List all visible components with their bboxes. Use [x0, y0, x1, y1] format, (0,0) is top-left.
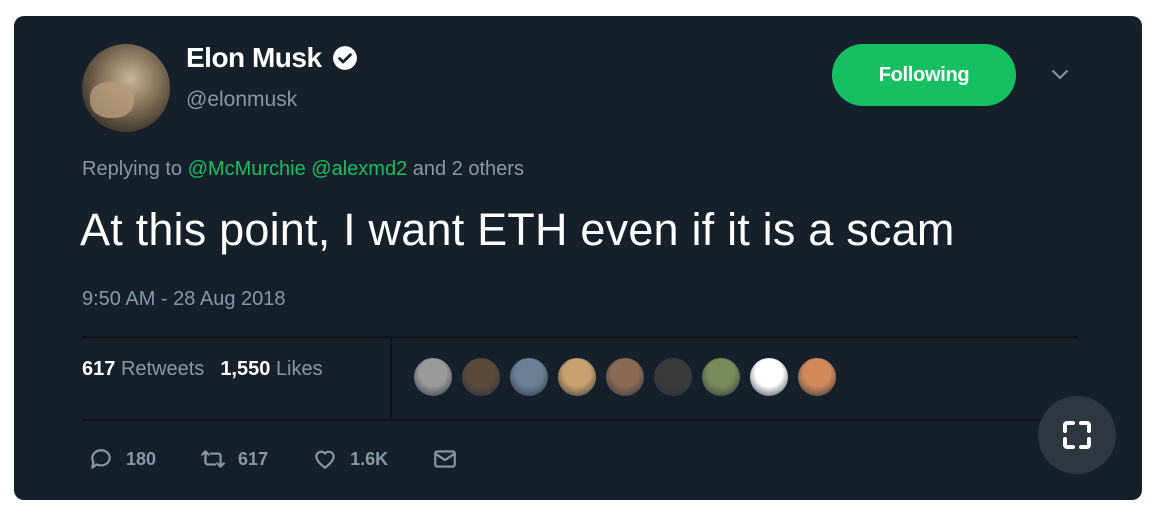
liker-avatar[interactable] — [508, 356, 550, 398]
liker-avatar[interactable] — [556, 356, 598, 398]
mention-link[interactable]: @alexmd2 — [311, 158, 407, 180]
liker-avatars — [412, 356, 838, 398]
replying-to: Replying to @McMurchie @alexmd2 and 2 ot… — [82, 158, 524, 180]
author-handle[interactable]: @elonmusk — [186, 88, 297, 112]
like-count: 1.6K — [350, 448, 389, 469]
tweet-timestamp[interactable]: 9:50 AM - 28 Aug 2018 — [82, 288, 286, 311]
liker-avatar[interactable] — [652, 356, 694, 398]
retweet-count: 617 — [238, 448, 269, 469]
retweet-icon — [201, 450, 225, 468]
retweet-button[interactable]: 617 — [200, 446, 268, 472]
author-name[interactable]: Elon Musk — [186, 42, 322, 74]
chevron-down-icon[interactable] — [1050, 68, 1070, 82]
like-button[interactable]: 1.6K — [312, 446, 388, 472]
verified-badge-icon — [332, 46, 357, 70]
message-button[interactable] — [432, 446, 458, 472]
tweet-card: Elon Musk @elonmusk Following Replying t… — [14, 16, 1142, 500]
liker-avatar[interactable] — [604, 356, 646, 398]
liker-avatar[interactable] — [412, 356, 454, 398]
tweet-text: At this point, I want ETH even if it is … — [80, 204, 955, 255]
reply-icon — [91, 449, 111, 469]
divider — [82, 419, 1078, 421]
tweet-actions: 180 617 1.6K — [88, 446, 502, 472]
stats-divider — [390, 338, 392, 420]
reply-count: 180 — [126, 448, 157, 469]
like-icon — [315, 450, 335, 469]
others-link[interactable]: and 2 others — [413, 158, 524, 180]
retweets-stat[interactable]: 617 Retweets — [82, 358, 204, 381]
engagement-stats: 617 Retweets 1,550 Likes — [82, 358, 323, 381]
liker-avatar[interactable] — [700, 356, 742, 398]
liker-avatar[interactable] — [460, 356, 502, 398]
author-name-row[interactable]: Elon Musk — [186, 42, 358, 74]
avatar[interactable] — [82, 44, 170, 132]
liker-avatar[interactable] — [748, 356, 790, 398]
expand-icon — [1063, 421, 1091, 449]
reply-button[interactable]: 180 — [88, 446, 156, 472]
likes-stat[interactable]: 1,550 Likes — [220, 358, 322, 381]
following-button[interactable]: Following — [832, 44, 1016, 106]
expand-button[interactable] — [1038, 396, 1116, 474]
mention-link[interactable]: @McMurchie — [188, 158, 306, 180]
divider — [82, 336, 1078, 338]
message-icon — [434, 450, 456, 468]
liker-avatar[interactable] — [796, 356, 838, 398]
